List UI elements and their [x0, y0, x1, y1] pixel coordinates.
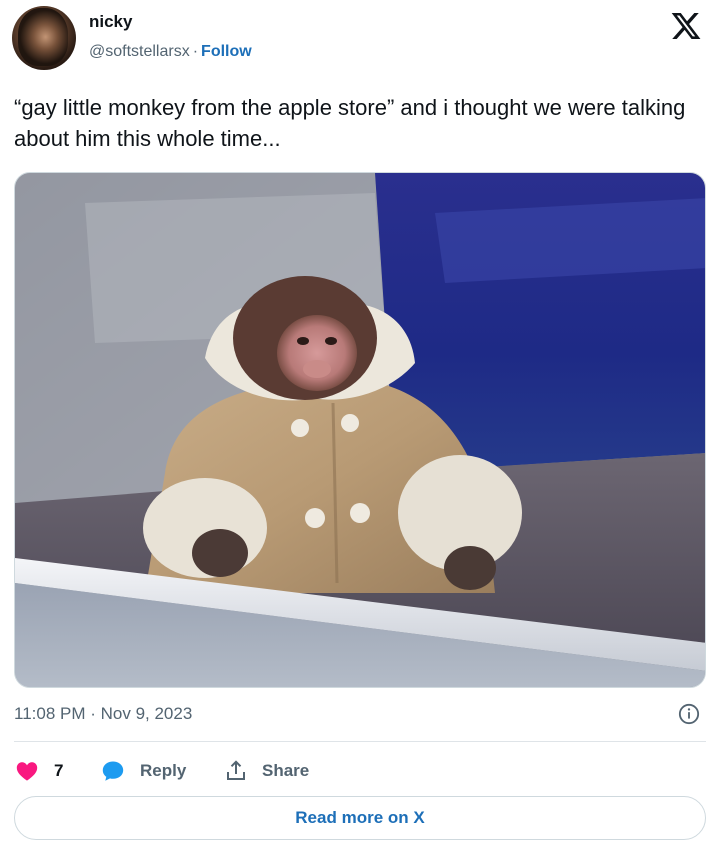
like-count: 7 — [54, 761, 64, 780]
share-label: Share — [262, 761, 310, 780]
info-icon[interactable] — [678, 703, 700, 725]
tweet-media-photo[interactable] — [14, 172, 706, 688]
reply-button[interactable]: Reply — [100, 756, 186, 786]
x-logo-icon[interactable] — [670, 10, 702, 42]
share-button[interactable]: Share — [224, 756, 309, 786]
read-more-button[interactable]: Read more on X — [14, 796, 706, 840]
author-name[interactable]: nicky — [89, 12, 132, 32]
heart-icon — [16, 762, 38, 781]
like-button[interactable]: 7 — [14, 756, 63, 786]
handle-row: @softstellarsx · Follow — [89, 43, 252, 61]
monkey-photo-illustration — [15, 173, 705, 687]
tweet-card: nicky @softstellarsx · Follow “gay little … — [0, 0, 720, 848]
reply-label: Reply — [140, 761, 187, 780]
divider — [14, 741, 706, 742]
avatar[interactable] — [12, 6, 76, 70]
follow-button[interactable]: Follow — [201, 43, 252, 60]
tweet-text: “gay little monkey from the apple store”… — [14, 95, 686, 151]
handle-separator: · — [192, 43, 199, 60]
author-handle[interactable]: @softstellarsx — [89, 43, 190, 60]
speech-bubble-icon — [102, 761, 124, 781]
avatar-photo — [18, 8, 68, 66]
share-icon — [227, 760, 245, 780]
post-timestamp[interactable]: 11:08 PM · Nov 9, 2023 — [14, 704, 192, 724]
